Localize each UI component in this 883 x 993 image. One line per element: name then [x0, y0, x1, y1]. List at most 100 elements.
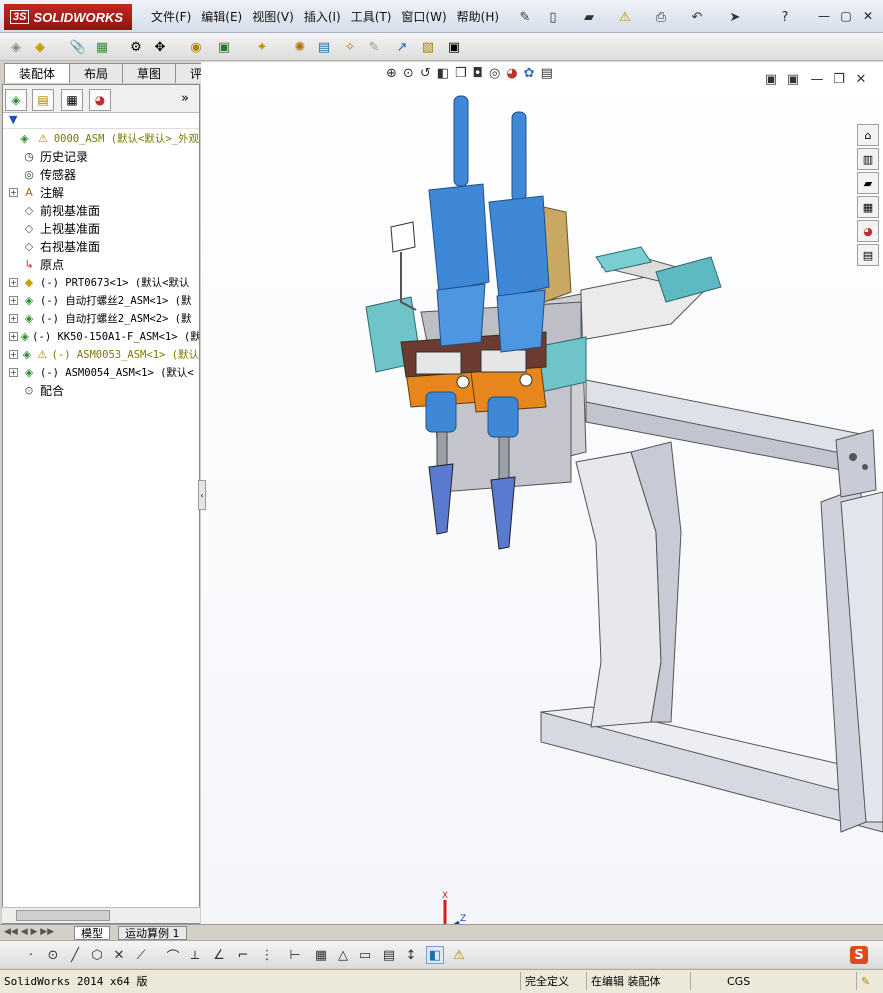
tree-item[interactable]: + A 注解 [3, 183, 199, 201]
window-icon[interactable]: ▭ [356, 946, 374, 964]
tab-assembly[interactable]: 装配体 [4, 63, 71, 83]
tree-item[interactable]: + ◈ (-) 自动打螺丝2_ASM<1> (默 [3, 291, 199, 309]
view-orientation-icon[interactable]: ❒ [455, 66, 467, 90]
close-icon[interactable]: ✕ [860, 9, 876, 23]
isometric-view-icon[interactable]: ◧ [426, 946, 444, 964]
display-manager-tab-icon[interactable]: ◕ [89, 89, 111, 111]
solidworks-resources-icon[interactable]: ⌂ [857, 124, 879, 146]
move-component-icon[interactable]: ✥ [150, 37, 170, 57]
solidworks-logo[interactable]: 3S SOLIDWORKS [4, 4, 132, 30]
reference-geometry-icon[interactable]: ✦ [252, 37, 272, 57]
viewport-split-icon[interactable]: ▣ [784, 70, 802, 88]
select-arrow-icon[interactable]: ➤ [726, 8, 744, 26]
expander-icon[interactable]: + [9, 187, 18, 197]
linear-pattern-icon[interactable]: ▦ [92, 37, 112, 57]
instant3d-icon[interactable]: ↗ [392, 37, 412, 57]
move-axis-icon[interactable]: ↕ [402, 946, 420, 964]
tree-item[interactable]: ◎ 传感器 [3, 165, 199, 183]
expander-icon[interactable]: + [9, 313, 18, 323]
open-folder-icon[interactable]: ▰ [580, 8, 598, 26]
undo-icon[interactable]: ↶ [688, 8, 706, 26]
tab-model[interactable]: 模型 [74, 926, 110, 940]
viewport-close-icon[interactable]: ✕ [852, 70, 870, 88]
construction-geometry-icon[interactable]: ⋮ [258, 946, 276, 964]
graphics-area[interactable]: X Y Z [201, 62, 883, 944]
exploded-view-icon[interactable]: ✧ [340, 37, 360, 57]
zoom-to-fit-icon[interactable]: ⊕ [386, 66, 397, 90]
dimension-icon[interactable]: ⊢ [286, 946, 304, 964]
menu-window[interactable]: 窗口(W) [396, 8, 451, 25]
grid-icon[interactable]: ▦ [312, 946, 330, 964]
custom-properties-icon[interactable]: ▤ [857, 244, 879, 266]
zoom-to-area-icon[interactable]: ⊙ [403, 66, 414, 90]
viewport-minimize-icon[interactable]: — [808, 70, 826, 88]
s-logo-icon[interactable]: S [850, 946, 868, 964]
previous-view-icon[interactable]: ↺ [420, 66, 431, 90]
help-icon[interactable]: ? [776, 8, 794, 26]
view-settings-icon[interactable]: ▤ [541, 66, 553, 90]
point-icon[interactable]: · [22, 946, 40, 964]
restore-icon[interactable]: ▢ [838, 9, 854, 23]
tree-item[interactable]: ↳ 原点 [3, 255, 199, 273]
sketch-fillet-icon[interactable]: ⌒ [164, 946, 182, 965]
assembly-features-icon[interactable]: ▣ [214, 37, 234, 57]
new-motion-study-icon[interactable]: ✺ [290, 37, 310, 57]
smart-dimension-icon[interactable]: ⟂ [186, 946, 204, 964]
centerline-icon[interactable]: ⟋ [132, 946, 150, 964]
expander-icon[interactable]: + [9, 349, 18, 359]
help-tip-icon[interactable]: ✎ [856, 972, 870, 990]
display-style-icon[interactable]: ◘ [473, 66, 483, 90]
tree-item[interactable]: + ◈ (-) ASM0054_ASM<1> (默认< [3, 363, 199, 381]
menu-view[interactable]: 视图(V) [247, 8, 299, 25]
warning-icon[interactable]: ⚠ [450, 946, 468, 964]
tree-item[interactable]: + ◆ (-) PRT0673<1> (默认<默认 [3, 273, 199, 291]
tree-item[interactable]: + ◈ (-) KK50-150A1-F_ASM<1> (默 [3, 327, 199, 345]
tab-sketch[interactable]: 草图 [122, 63, 177, 83]
tree-item[interactable]: ◇ 上视基准面 [3, 219, 199, 237]
tree-item[interactable]: ◇ 右视基准面 [3, 237, 199, 255]
expand-panel-icon[interactable]: » [181, 91, 189, 106]
trim-icon[interactable]: ✕ [110, 946, 128, 964]
expander-icon[interactable]: + [9, 277, 18, 287]
minimize-icon[interactable]: — [816, 9, 832, 23]
tree-item[interactable]: ◷ 历史记录 [3, 147, 199, 165]
assembly-model-render[interactable] [201, 62, 883, 924]
menu-edit[interactable]: 编辑(E) [196, 8, 247, 25]
edit-appearance-icon[interactable]: ◕ [506, 66, 517, 90]
table-icon[interactable]: ▤ [380, 946, 398, 964]
viewport-tile-icon[interactable]: ▣ [762, 70, 780, 88]
tree-filter[interactable]: ▼ [3, 113, 199, 129]
new-part-icon[interactable]: ◆ [30, 37, 50, 57]
tab-nav-arrows-icon[interactable]: ◀◀ ◀ ▶ ▶▶ [4, 927, 54, 937]
mate-icon[interactable]: 📎 [68, 37, 88, 57]
bill-of-materials-icon[interactable]: ▤ [314, 37, 334, 57]
tree-item[interactable]: + ◈ (-) 自动打螺丝2_ASM<2> (默 [3, 309, 199, 327]
view-palette-icon[interactable]: ▦ [857, 196, 879, 218]
property-manager-tab-icon[interactable]: ▤ [32, 89, 54, 111]
new-document-icon[interactable]: ▯ [544, 8, 562, 26]
section-view-icon[interactable]: ◧ [437, 66, 449, 90]
file-explorer-icon[interactable]: ▰ [857, 172, 879, 194]
expander-icon[interactable]: + [9, 295, 18, 305]
rebuild-warning-icon[interactable]: ⚠ [616, 8, 634, 26]
tab-layout[interactable]: 布局 [69, 63, 124, 83]
menu-help[interactable]: 帮助(H) [452, 8, 504, 25]
apply-scene-icon[interactable]: ✿ [524, 66, 535, 90]
filter-icon[interactable]: ▼ [9, 113, 17, 126]
line-icon[interactable]: ╱ [66, 946, 84, 964]
tree-item[interactable]: + ◈ ⚠ (-) ASM0053_ASM<1> (默认 [3, 345, 199, 363]
hide-show-items-icon[interactable]: ◎ [489, 66, 500, 90]
units-status[interactable]: CGS [690, 972, 790, 990]
tree-item[interactable]: ◇ 前视基准面 [3, 201, 199, 219]
smart-fasteners-icon[interactable]: ⚙ [126, 37, 146, 57]
take-snapshot-icon[interactable]: ▣ [444, 37, 464, 57]
viewport-restore-icon[interactable]: ❐ [830, 70, 848, 88]
menu-insert[interactable]: 插入(I) [299, 8, 346, 25]
show-hidden-icon[interactable]: ◉ [186, 37, 206, 57]
pin-icon[interactable]: ✎ [516, 8, 534, 26]
corner-icon[interactable]: ⌐ [234, 946, 252, 964]
panel-collapse-handle[interactable]: ‹ [198, 480, 206, 510]
update-speedpak-icon[interactable]: ▧ [418, 37, 438, 57]
expander-icon[interactable]: + [9, 367, 18, 377]
menu-file[interactable]: 文件(F) [146, 8, 196, 25]
